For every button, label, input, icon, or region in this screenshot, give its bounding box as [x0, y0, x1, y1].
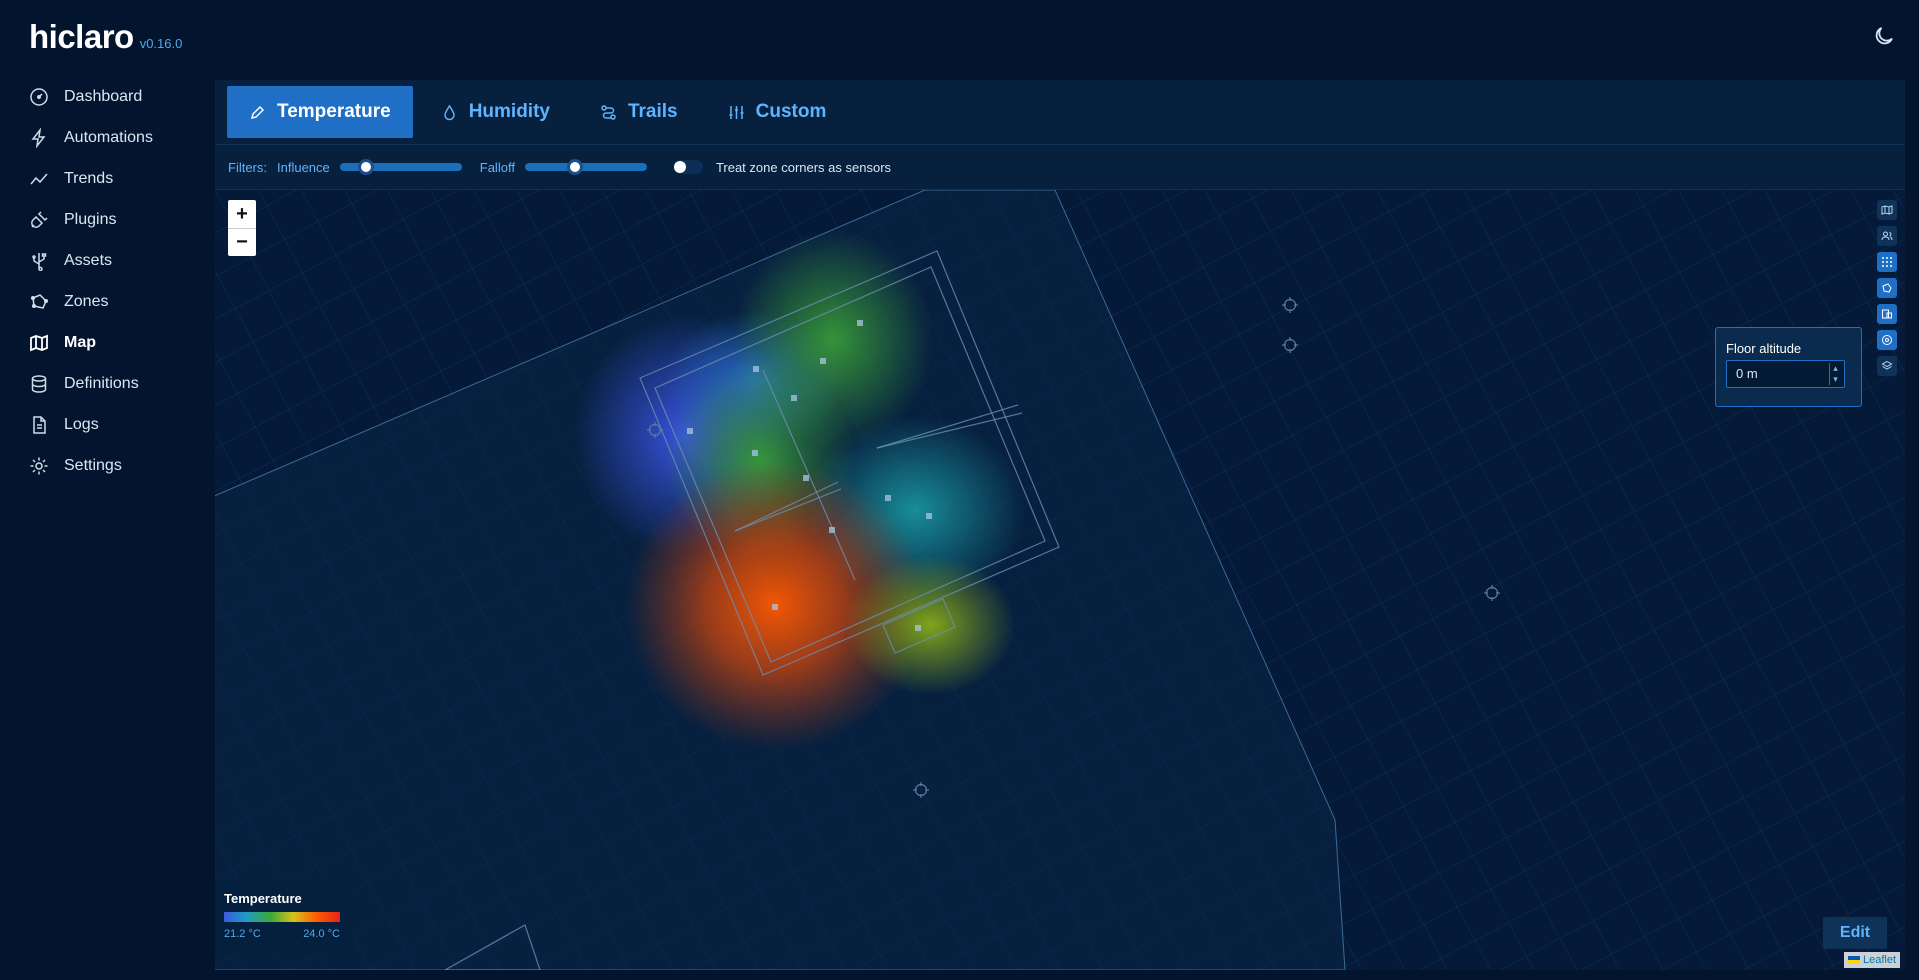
map-icon	[30, 334, 48, 351]
zone-icon	[1882, 283, 1892, 293]
brand: hiclaro v0.16.0	[29, 18, 182, 56]
layer-grid-button[interactable]	[1877, 252, 1897, 272]
tab-label: Custom	[755, 101, 827, 122]
tab-custom[interactable]: Custom	[706, 86, 849, 138]
toggle-knob	[673, 161, 686, 173]
map-icon	[1881, 205, 1893, 215]
sidebar-item-label: Plugins	[64, 210, 117, 228]
falloff-slider-knob[interactable]	[567, 159, 584, 175]
filters-label: Filters:	[228, 159, 267, 175]
floor-altitude-panel: Floor altitude 0 m ▴ ▾	[1715, 327, 1862, 407]
file-icon	[33, 415, 46, 434]
zone-corners-toggle[interactable]	[672, 160, 703, 174]
layer-assets-button[interactable]	[1877, 304, 1897, 324]
sidebar-item-label: Automations	[64, 128, 153, 146]
sidebar-item-label: Settings	[64, 456, 122, 474]
sidebar-item-label: Logs	[64, 415, 99, 433]
zoom-control: + −	[228, 200, 256, 256]
legend-min: 21.2 °C	[224, 928, 261, 940]
location-icon	[1882, 335, 1892, 345]
attribution-link[interactable]: Leaflet	[1863, 954, 1896, 966]
floor-altitude-value: 0 m	[1736, 366, 1758, 381]
tab-bar: Temperature Humidity Trails Custom	[215, 80, 1905, 144]
moon-icon[interactable]	[1872, 24, 1896, 48]
sidebar-item-label: Map	[64, 333, 96, 351]
sidebar-item-assets[interactable]: Assets	[0, 240, 215, 281]
filter-bar: Filters: Influence Falloff Treat zone co…	[215, 144, 1905, 190]
users-icon	[1881, 231, 1893, 241]
legend-gradient	[224, 912, 340, 922]
sidebar-item-map[interactable]: Map	[0, 322, 215, 363]
route-icon	[601, 104, 616, 120]
falloff-label: Falloff	[479, 159, 515, 175]
legend-max: 24.0 °C	[303, 928, 340, 940]
sliders-icon	[729, 105, 744, 119]
zone-corners-label: Treat zone corners as sensors	[715, 159, 892, 175]
influence-slider[interactable]	[339, 159, 462, 175]
layer-people-button[interactable]	[1877, 226, 1897, 246]
map-toolbox	[1877, 200, 1897, 382]
map-canvas[interactable]: + − Floor altitude 0 m ▴ ▾ Temperature 2…	[215, 190, 1905, 970]
layer-location-button[interactable]	[1877, 330, 1897, 350]
zoom-out-button[interactable]: −	[228, 228, 256, 256]
sidebar-item-automations[interactable]: Automations	[0, 117, 215, 158]
tab-label: Humidity	[468, 101, 550, 122]
sidebar-item-label: Dashboard	[64, 87, 143, 105]
grid-icon	[1882, 257, 1892, 267]
sidebar-item-label: Definitions	[64, 374, 139, 392]
tab-label: Trails	[627, 101, 678, 122]
sidebar-nav: Dashboard Automations Trends Plugins Ass…	[0, 76, 215, 486]
trend-icon	[30, 173, 48, 184]
gear-icon	[30, 457, 48, 474]
floor-altitude-input[interactable]: 0 m ▴ ▾	[1726, 360, 1845, 388]
tab-humidity[interactable]: Humidity	[419, 86, 572, 138]
legend-title: Temperature	[224, 891, 302, 906]
database-icon	[31, 374, 47, 393]
layer-map-button[interactable]	[1877, 200, 1897, 220]
zone-icon	[30, 293, 49, 309]
sidebar-item-definitions[interactable]: Definitions	[0, 363, 215, 404]
main-panel: Temperature Humidity Trails Custom Filte…	[215, 80, 1905, 970]
sidebar-item-label: Assets	[64, 251, 113, 269]
usb-icon	[32, 252, 47, 271]
temperature-legend: Temperature 21.2 °C 24.0 °C	[215, 880, 353, 954]
legend-range: 21.2 °C 24.0 °C	[224, 928, 340, 940]
drop-icon	[443, 104, 455, 120]
altitude-stepper[interactable]: ▴ ▾	[1829, 363, 1841, 385]
plug-icon	[31, 210, 48, 228]
pen-icon	[250, 105, 265, 119]
devices-icon	[1882, 309, 1892, 319]
brand-version: v0.16.0	[139, 36, 183, 51]
sidebar-item-logs[interactable]: Logs	[0, 404, 215, 445]
sidebar-item-label: Zones	[64, 292, 109, 310]
floor-plan	[215, 190, 1905, 970]
edit-button[interactable]: Edit	[1823, 917, 1887, 949]
flag-icon	[1848, 956, 1860, 964]
sidebar-item-settings[interactable]: Settings	[0, 445, 215, 486]
dashboard-icon	[30, 87, 48, 106]
influence-label: Influence	[277, 159, 330, 175]
sidebar-item-dashboard[interactable]: Dashboard	[0, 76, 215, 117]
sidebar-item-plugins[interactable]: Plugins	[0, 199, 215, 240]
sidebar-item-zones[interactable]: Zones	[0, 281, 215, 322]
floor-altitude-title: Floor altitude	[1726, 341, 1802, 356]
leaflet-attribution[interactable]: Leaflet	[1844, 952, 1901, 968]
layers-icon	[1881, 360, 1893, 370]
bolt-icon	[31, 127, 46, 148]
tab-temperature[interactable]: Temperature	[227, 86, 413, 138]
layer-zones-button[interactable]	[1877, 278, 1897, 298]
sidebar-item-trends[interactable]: Trends	[0, 158, 215, 199]
sidebar: hiclaro v0.16.0 Dashboard Automations Tr…	[0, 0, 215, 980]
zoom-in-button[interactable]: +	[228, 200, 256, 228]
influence-slider-knob[interactable]	[357, 159, 374, 175]
sidebar-item-label: Trends	[64, 169, 114, 187]
falloff-slider[interactable]	[524, 159, 647, 175]
brand-name: hiclaro	[29, 18, 134, 55]
tab-trails[interactable]: Trails	[578, 86, 700, 138]
tab-label: Temperature	[277, 101, 391, 122]
layer-floors-button[interactable]	[1877, 356, 1897, 376]
